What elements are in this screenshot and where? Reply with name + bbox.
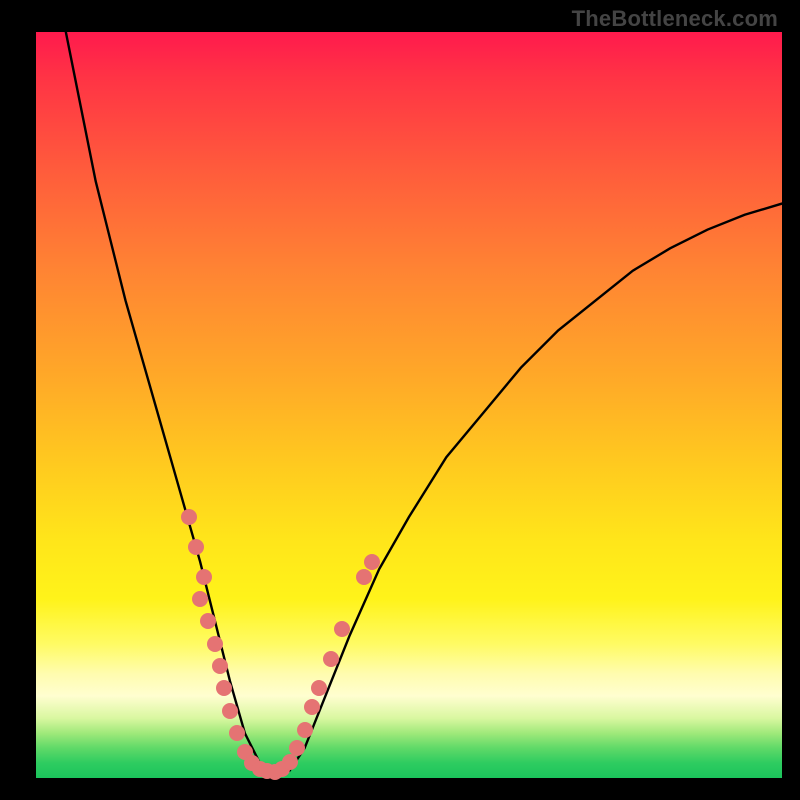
marker-dot <box>356 569 372 585</box>
marker-dot <box>229 725 245 741</box>
marker-dot <box>192 591 208 607</box>
marker-dot <box>196 569 212 585</box>
marker-dot <box>304 699 320 715</box>
marker-dot <box>364 554 380 570</box>
marker-dot <box>188 539 204 555</box>
marker-dot <box>212 658 228 674</box>
marker-dot <box>222 703 238 719</box>
bottleneck-curve <box>66 32 782 774</box>
marker-dot <box>181 509 197 525</box>
marker-dot <box>216 680 232 696</box>
attribution-text: TheBottleneck.com <box>572 6 778 32</box>
marker-dot <box>289 740 305 756</box>
marker-dot <box>323 651 339 667</box>
marker-dot <box>311 680 327 696</box>
marker-dot <box>200 613 216 629</box>
marker-dot <box>334 621 350 637</box>
marker-dot <box>297 722 313 738</box>
marker-dot <box>207 636 223 652</box>
chart-frame: TheBottleneck.com <box>0 0 800 800</box>
bottleneck-curve-svg <box>36 32 782 778</box>
